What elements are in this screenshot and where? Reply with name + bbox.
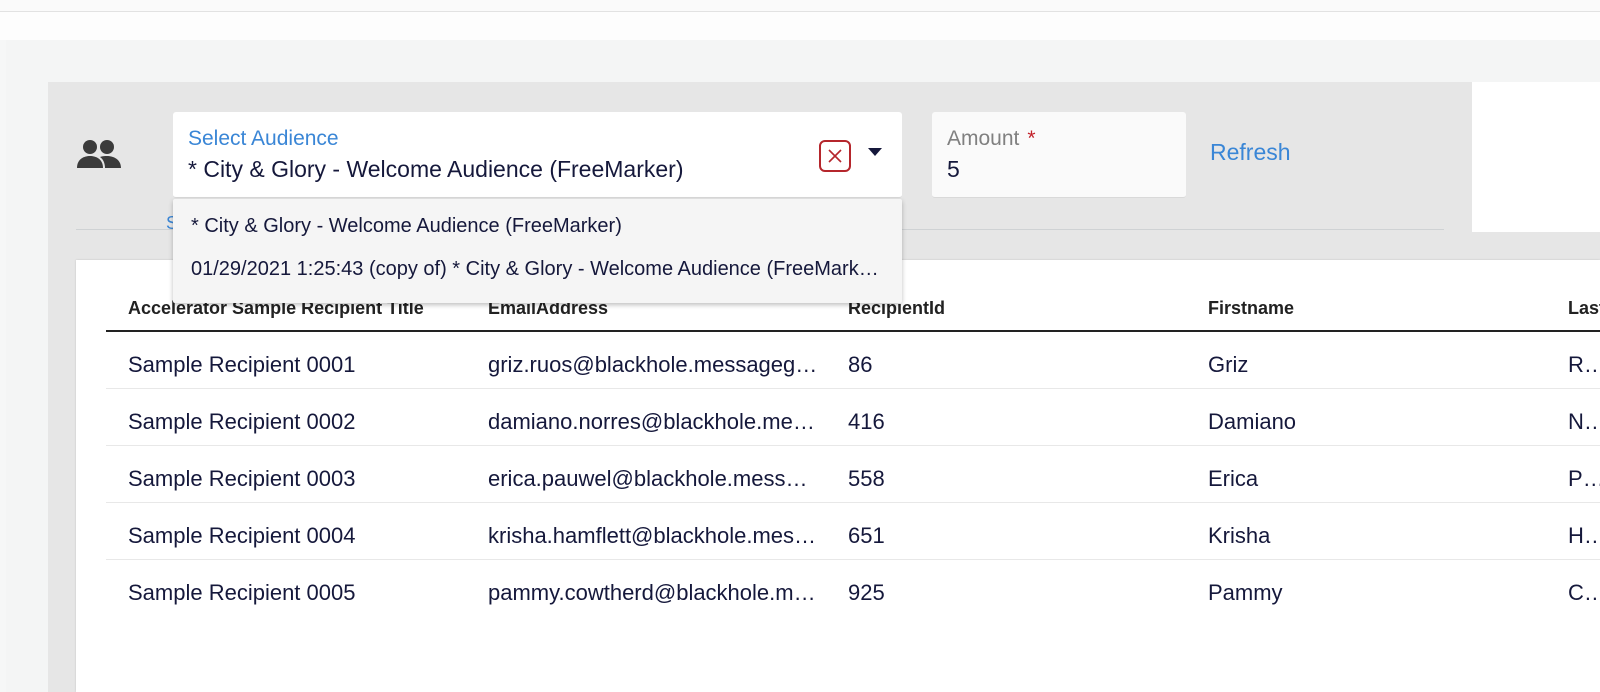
top-bar bbox=[0, 0, 1600, 12]
cell-lastname: Hamflett bbox=[1568, 523, 1600, 548]
table-row[interactable]: Sample Recipient 0001 griz.ruos@blackhol… bbox=[106, 332, 1600, 389]
people-icon bbox=[77, 140, 121, 168]
column-header-lastname[interactable]: Last bbox=[1568, 298, 1600, 319]
cell-email: damiano.norres@blackhole.messagegears.ne… bbox=[488, 409, 818, 434]
cell-lastname: Ruos bbox=[1568, 352, 1600, 377]
table-header: Accelerator Sample Recipient Title Email… bbox=[106, 298, 1600, 332]
cell-recipient-id: 558 bbox=[848, 466, 885, 491]
clear-audience-button[interactable] bbox=[819, 140, 851, 172]
table-row[interactable]: Sample Recipient 0003 erica.pauwel@black… bbox=[106, 446, 1600, 503]
cell-lastname: Pauwel bbox=[1568, 466, 1600, 491]
audience-select[interactable]: Select Audience * City & Glory - Welcome… bbox=[173, 112, 902, 198]
cell-recipient-id: 651 bbox=[848, 523, 885, 548]
cell-lastname: Norres bbox=[1568, 409, 1600, 434]
table-row[interactable]: Sample Recipient 0004 krisha.hamflett@bl… bbox=[106, 503, 1600, 560]
amount-value[interactable]: 5 bbox=[947, 156, 960, 183]
cell-lastname: Cowtherd bbox=[1568, 580, 1600, 605]
column-header-firstname[interactable]: Firstname bbox=[1208, 298, 1548, 319]
dropdown-option[interactable]: * City & Glory - Welcome Audience (FreeM… bbox=[191, 215, 881, 238]
side-panel bbox=[1472, 82, 1600, 232]
amount-label-text: Amount bbox=[947, 127, 1020, 150]
audience-dropdown-menu: * City & Glory - Welcome Audience (FreeM… bbox=[173, 199, 902, 303]
amount-label: Amount * bbox=[947, 127, 1036, 151]
cell-title: Sample Recipient 0005 bbox=[128, 580, 356, 605]
audience-label: Select Audience bbox=[188, 127, 339, 150]
amount-field[interactable]: Amount * 5 bbox=[932, 112, 1186, 198]
table-row[interactable]: Sample Recipient 0002 damiano.norres@bla… bbox=[106, 389, 1600, 446]
cell-title: Sample Recipient 0004 bbox=[128, 523, 356, 548]
cell-email: erica.pauwel@blackhole.messagegears.net bbox=[488, 466, 818, 491]
cell-recipient-id: 86 bbox=[848, 352, 873, 377]
refresh-link[interactable]: Refresh bbox=[1210, 139, 1291, 166]
cell-title: Sample Recipient 0001 bbox=[128, 352, 356, 377]
dropdown-option[interactable]: 01/29/2021 1:25:43 (copy of) * City & Gl… bbox=[191, 258, 881, 281]
cell-firstname: Pammy bbox=[1208, 580, 1283, 605]
cell-email: griz.ruos@blackhole.messagegears.net bbox=[488, 352, 818, 377]
required-mark: * bbox=[1027, 127, 1036, 150]
close-icon bbox=[828, 149, 842, 163]
cell-title: Sample Recipient 0002 bbox=[128, 409, 356, 434]
caret-down-icon[interactable] bbox=[868, 148, 882, 156]
cell-recipient-id: 416 bbox=[848, 409, 885, 434]
cell-firstname: Krisha bbox=[1208, 523, 1271, 548]
table-row[interactable]: Sample Recipient 0005 pammy.cowtherd@bla… bbox=[106, 560, 1600, 617]
cell-title: Sample Recipient 0003 bbox=[128, 466, 356, 491]
top-band bbox=[0, 12, 1600, 40]
cell-email: krisha.hamflett@blackhole.messagegears.n… bbox=[488, 523, 818, 548]
cell-firstname: Damiano bbox=[1208, 409, 1297, 434]
audience-value[interactable]: * City & Glory - Welcome Audience (FreeM… bbox=[188, 156, 684, 183]
recipients-table: Accelerator Sample Recipient Title Email… bbox=[76, 260, 1600, 692]
cell-firstname: Erica bbox=[1208, 466, 1259, 491]
cell-recipient-id: 925 bbox=[848, 580, 885, 605]
cell-firstname: Griz bbox=[1208, 352, 1249, 377]
cell-email: pammy.cowtherd@blackhole.messagegears.ne… bbox=[488, 580, 818, 605]
